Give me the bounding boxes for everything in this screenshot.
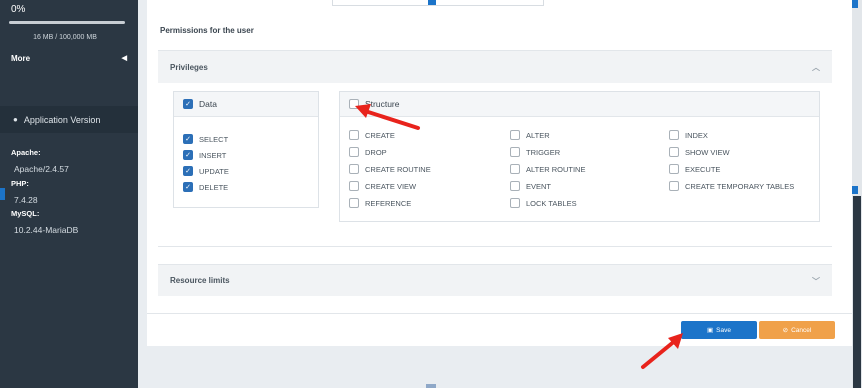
arrow-to-save-button — [641, 333, 683, 369]
annotation-arrows — [355, 104, 683, 369]
arrow-to-structure-checkbox — [355, 104, 420, 130]
